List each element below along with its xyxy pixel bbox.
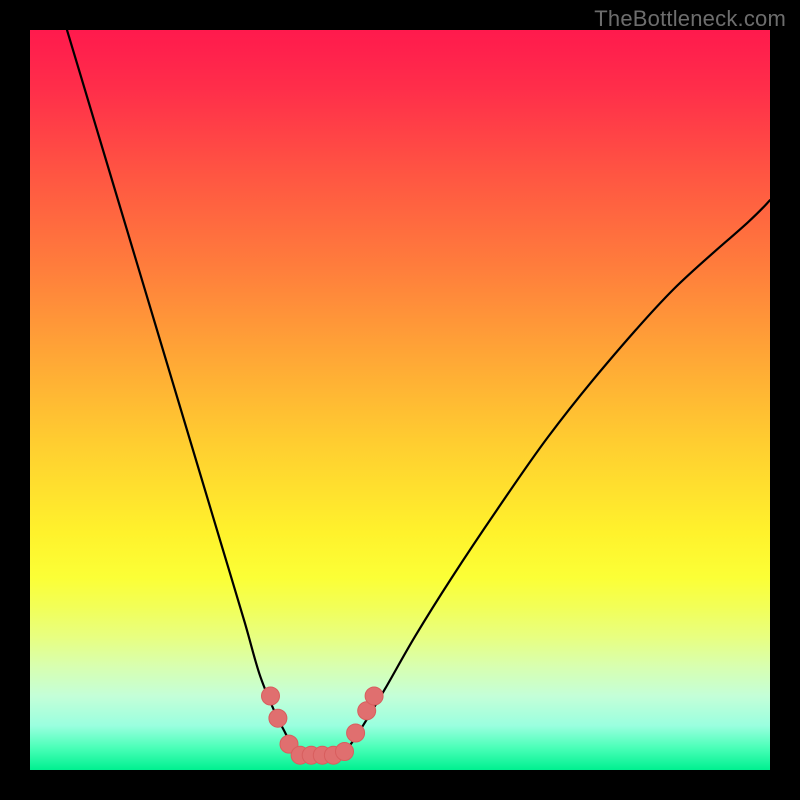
- frame: TheBottleneck.com: [0, 0, 800, 800]
- marker-point: [336, 743, 354, 761]
- marker-point: [347, 724, 365, 742]
- marker-point: [269, 709, 287, 727]
- bottleneck-curve: [67, 30, 770, 756]
- marker-point: [365, 687, 383, 705]
- plot-area: [30, 30, 770, 770]
- watermark-text: TheBottleneck.com: [594, 6, 786, 32]
- highlight-markers: [262, 687, 384, 764]
- curve-svg: [30, 30, 770, 770]
- marker-point: [262, 687, 280, 705]
